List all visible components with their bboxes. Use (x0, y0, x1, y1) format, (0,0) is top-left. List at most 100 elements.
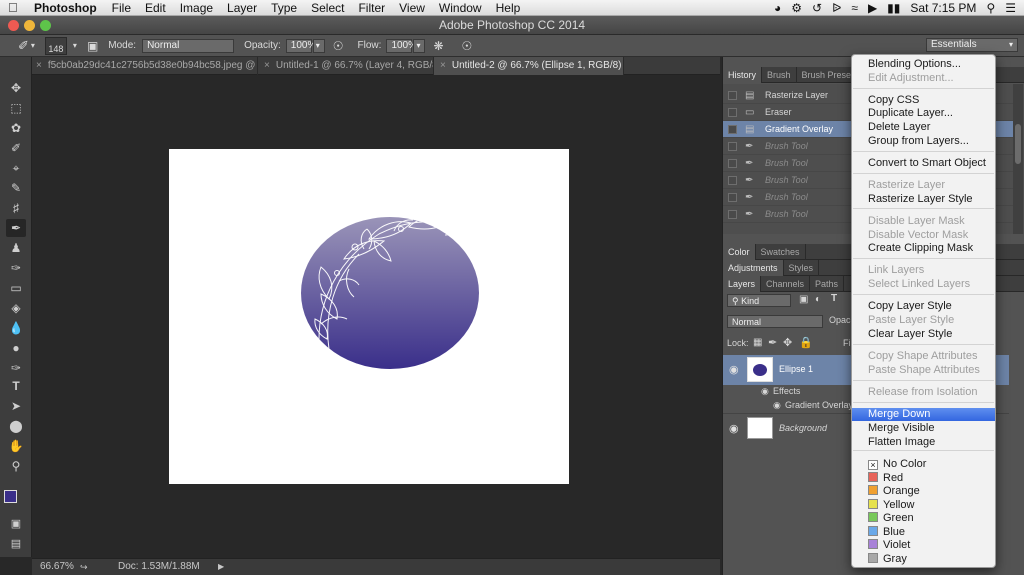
notification-icon[interactable]: ☰ (1005, 1, 1016, 15)
tab-brush[interactable]: Brush (762, 67, 797, 83)
tab-channels[interactable]: Channels (761, 276, 811, 292)
battery-icon[interactable]: ▮▮ (887, 1, 900, 15)
opacity-slider-button[interactable]: ▾ (312, 38, 325, 53)
screen-mode-icon[interactable]: ▤ (6, 535, 26, 553)
zoom-window-button[interactable] (40, 20, 51, 31)
menu-item-color-green[interactable]: Green (852, 512, 995, 525)
foreground-color-swatch[interactable] (4, 490, 17, 503)
doc-tab-untitled-1[interactable]: × Untitled-1 @ 66.7% (Layer 4, RGB/8... (258, 57, 434, 75)
hand-tool-icon[interactable]: ✋ (6, 437, 26, 455)
menu-item-merge-down[interactable]: Merge Down (852, 408, 995, 421)
pressure-size-icon[interactable]: ☉ (462, 39, 473, 53)
volume-icon[interactable]: ▶ (868, 1, 877, 15)
airbrush-icon[interactable]: ❋ (433, 39, 443, 53)
blend-mode-select[interactable]: Normal (727, 315, 823, 328)
menu-item-color-no-color[interactable]: × No Color (852, 458, 995, 471)
bluetooth-icon[interactable]: ᐉ (832, 1, 841, 15)
menu-help[interactable]: Help (496, 1, 521, 15)
layer-name[interactable]: Ellipse 1 (779, 364, 813, 374)
clone-stamp-tool-icon[interactable]: ♟ (6, 239, 26, 257)
brush-panel-toggle-icon[interactable]: ▣ (87, 39, 98, 53)
eraser-tool-icon[interactable]: ▭ (6, 279, 26, 297)
workspace-switcher[interactable]: Essentials ▾ (926, 38, 1018, 52)
menu-filter[interactable]: Filter (358, 1, 385, 15)
menu-item-delete-layer[interactable]: Delete Layer (852, 121, 995, 134)
tab-styles[interactable]: Styles (784, 260, 820, 276)
type-tool-icon[interactable]: T (6, 377, 26, 395)
menu-select[interactable]: Select (311, 1, 344, 15)
flow-slider-button[interactable]: ▾ (413, 38, 426, 53)
brush-tool-icon[interactable]: ✒ (6, 219, 26, 237)
close-icon[interactable]: × (440, 60, 446, 71)
time-machine-icon[interactable]: ↺ (812, 1, 822, 15)
menu-item-rasterize-layer-style[interactable]: Rasterize Layer Style (852, 193, 995, 206)
history-brush-tool-icon[interactable]: ✑ (6, 259, 26, 277)
menu-item-blending-options[interactable]: Blending Options... (852, 58, 995, 71)
lock-position-icon[interactable]: ✥ (783, 336, 792, 349)
visibility-eye-icon[interactable]: ◉ (729, 363, 739, 376)
creative-cloud-icon[interactable]: ◕ (774, 1, 781, 15)
move-tool-icon[interactable]: ✥ (6, 79, 26, 97)
minimize-window-button[interactable] (24, 20, 35, 31)
menu-window[interactable]: Window (439, 1, 482, 15)
crop-tool-icon[interactable]: ⌖ (6, 159, 26, 177)
snapshot-source-checkbox[interactable] (728, 108, 737, 117)
share-icon[interactable]: ↪ (80, 559, 88, 575)
close-window-button[interactable] (8, 20, 19, 31)
menu-file[interactable]: File (112, 1, 131, 15)
tab-adjustments[interactable]: Adjustments (723, 260, 784, 276)
menu-item-color-yellow[interactable]: Yellow (852, 498, 995, 512)
menubar-clock[interactable]: Sat 7:15 PM (910, 1, 976, 15)
snapshot-source-checkbox[interactable] (728, 159, 737, 168)
snapshot-source-checkbox[interactable] (728, 91, 737, 100)
menu-type[interactable]: Type (271, 1, 297, 15)
menu-layer[interactable]: Layer (227, 1, 257, 15)
eyedropper-tool-icon[interactable]: ✎ (6, 179, 26, 197)
tab-layers[interactable]: Layers (723, 276, 762, 292)
ellipse-tool-icon[interactable]: ⬤ (6, 417, 26, 435)
pen-tool-icon[interactable]: ✑ (6, 359, 26, 377)
menu-item-color-violet[interactable]: Violet (852, 539, 995, 552)
menu-item-flatten-image[interactable]: Flatten Image (852, 436, 995, 449)
tab-history[interactable]: History (723, 67, 763, 83)
menu-view[interactable]: View (399, 1, 425, 15)
visibility-eye-icon[interactable]: ◉ (773, 400, 781, 411)
menu-item-duplicate-layer[interactable]: Duplicate Layer... (852, 107, 995, 120)
tab-paths[interactable]: Paths (810, 276, 845, 292)
menu-edit[interactable]: Edit (145, 1, 166, 15)
tab-color[interactable]: Color (723, 244, 756, 260)
path-selection-tool-icon[interactable]: ➤ (6, 397, 26, 415)
paint-bucket-tool-icon[interactable]: ◈ (6, 299, 26, 317)
lock-image-icon[interactable]: ✒ (768, 336, 777, 349)
menu-item-clear-layer-style[interactable]: Clear Layer Style (852, 328, 995, 341)
wifi-icon[interactable]: ≈ (851, 1, 858, 15)
document-canvas[interactable] (169, 149, 569, 484)
lasso-tool-icon[interactable]: ✿ (6, 119, 26, 137)
apple-menu-icon[interactable]:  (8, 0, 22, 15)
opacity-input[interactable]: 100% (285, 38, 316, 53)
menu-item-group-from-layers[interactable]: Group from Layers... (852, 135, 995, 148)
brush-size-picker[interactable]: 148 (44, 36, 67, 55)
filter-adjustment-icon[interactable]: ◐ (815, 294, 821, 305)
flow-input[interactable]: 100% (386, 38, 417, 53)
canvas-workspace[interactable] (32, 76, 720, 558)
layer-filter-select[interactable]: ⚲ Kind (727, 294, 791, 307)
blur-tool-icon[interactable]: 💧 (6, 319, 26, 337)
doc-tab-jpeg[interactable]: × f5cb0ab29dc41c2756b5d38e0b94bc58.jpeg @… (32, 57, 258, 75)
visibility-eye-icon[interactable]: ◉ (761, 386, 769, 397)
close-icon[interactable]: × (264, 60, 270, 71)
visibility-eye-icon[interactable]: ◉ (729, 422, 739, 435)
menu-item-color-gray[interactable]: Gray (852, 552, 995, 566)
menu-item-color-blue[interactable]: Blue (852, 525, 995, 539)
status-menu-arrow-icon[interactable]: ▶ (218, 559, 224, 575)
zoom-tool-icon[interactable]: ⚲ (6, 457, 26, 475)
marquee-tool-icon[interactable]: ⬚ (6, 99, 26, 117)
layer-name[interactable]: Background (779, 423, 827, 433)
filter-type-icon[interactable]: T (831, 293, 837, 304)
chevron-down-icon[interactable]: ▾ (73, 41, 77, 50)
zoom-level[interactable]: 66.67% (40, 559, 74, 575)
menu-item-color-orange[interactable]: Orange (852, 485, 995, 498)
menu-image[interactable]: Image (180, 1, 213, 15)
dodge-tool-icon[interactable]: ● (6, 339, 26, 357)
history-scrollbar[interactable] (1013, 84, 1023, 234)
